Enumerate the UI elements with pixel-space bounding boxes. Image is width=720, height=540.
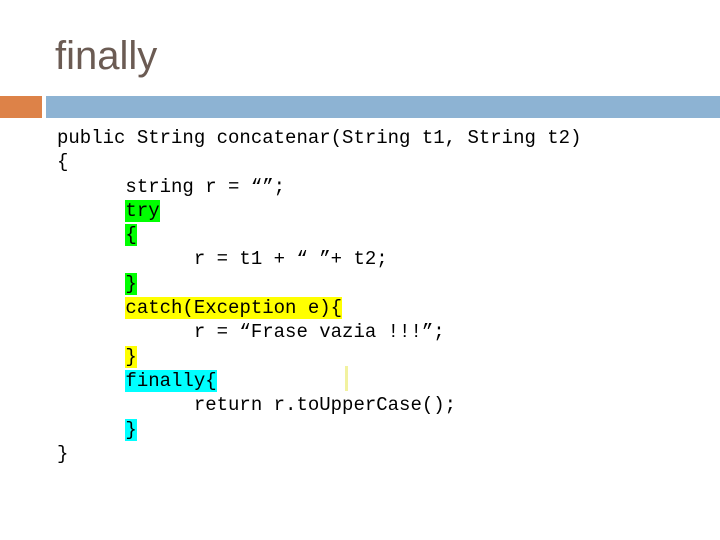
page-title: finally bbox=[55, 34, 158, 78]
code-line: return r.toUpperCase(); bbox=[57, 393, 717, 417]
code-line: try bbox=[57, 199, 717, 223]
code-line: r = t1 + “ ”+ t2; bbox=[57, 247, 717, 271]
code-block: public String concatenar(String t1, Stri… bbox=[57, 126, 717, 466]
divider-bar bbox=[46, 96, 720, 118]
code-text: public String concatenar(String t1, Stri… bbox=[57, 127, 582, 149]
code-line: public String concatenar(String t1, Stri… bbox=[57, 126, 717, 150]
code-line: { bbox=[57, 223, 717, 247]
code-text: return r.toUpperCase(); bbox=[193, 394, 457, 417]
code-line: { bbox=[57, 150, 717, 174]
code-line: } bbox=[57, 345, 717, 369]
code-line: } bbox=[57, 442, 717, 466]
code-text-highlighted: finally{ bbox=[125, 369, 217, 392]
code-text-highlighted: } bbox=[125, 345, 137, 368]
code-text: r = t1 + “ ”+ t2; bbox=[193, 248, 388, 271]
code-text-highlighted: } bbox=[125, 418, 137, 441]
code-text-highlighted: { bbox=[125, 224, 137, 247]
code-line: } bbox=[57, 272, 717, 296]
divider-accent-block bbox=[0, 96, 42, 118]
code-line: finally{ bbox=[57, 369, 717, 393]
code-text: string r = “”; bbox=[125, 175, 286, 198]
slide-canvas: finally public String concatenar(String … bbox=[0, 0, 720, 540]
code-line: } bbox=[57, 418, 717, 442]
code-text-highlighted: catch(Exception e){ bbox=[125, 297, 343, 320]
code-text-highlighted: } bbox=[125, 272, 137, 295]
code-text: } bbox=[57, 442, 69, 465]
code-text-highlighted: try bbox=[125, 199, 160, 222]
code-text: r = “Frase vazia !!!”; bbox=[193, 321, 445, 344]
code-line: r = “Frase vazia !!!”; bbox=[57, 320, 717, 344]
text-cursor bbox=[345, 366, 348, 391]
code-text: { bbox=[57, 151, 69, 174]
code-line: string r = “”; bbox=[57, 175, 717, 199]
title-divider bbox=[0, 96, 720, 118]
code-line: catch(Exception e){ bbox=[57, 296, 717, 320]
